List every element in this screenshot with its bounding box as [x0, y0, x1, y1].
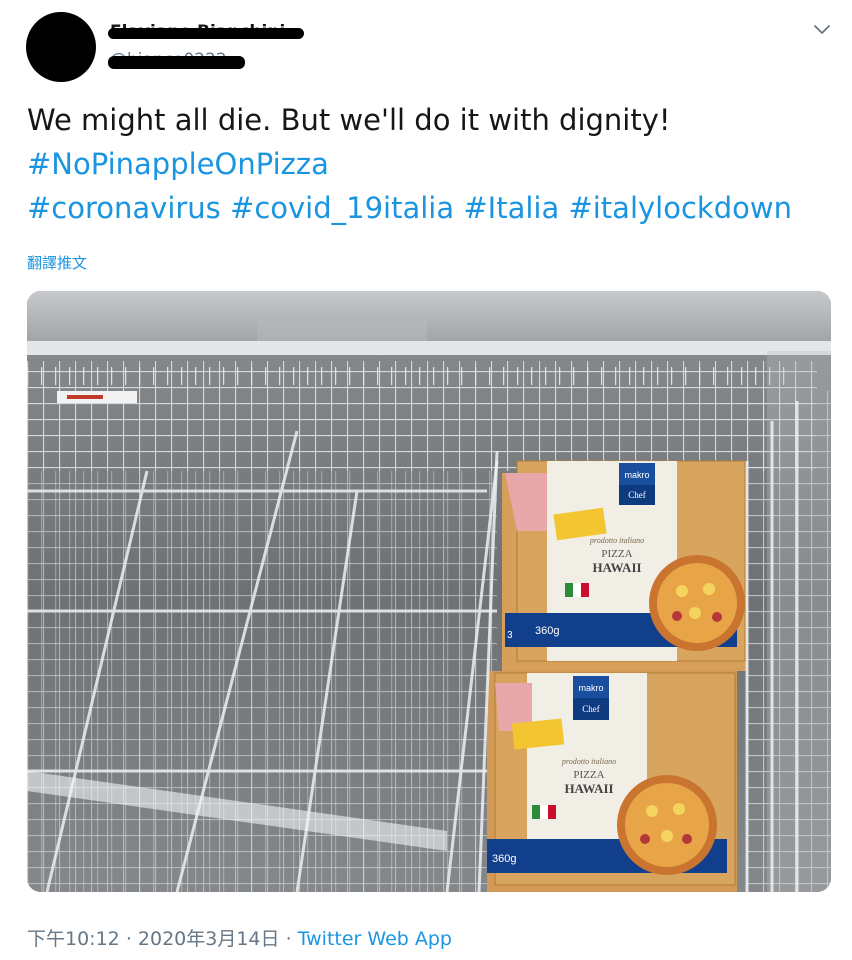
box-brand: makro [624, 470, 649, 480]
chevron-down-icon [814, 25, 830, 34]
box-sub-brand: Chef [628, 490, 646, 500]
pizza-box-top: makro Chef prodotto italiano PIZZA HAWAI… [502, 460, 748, 671]
avatar[interactable] [26, 12, 96, 82]
tweet-date[interactable]: 2020年3月14日 [138, 928, 280, 950]
pizza-box-bottom: makro Chef prodotto italiano PIZZA HAWAI… [487, 671, 737, 892]
box-product-line1: PIZZA [601, 548, 632, 560]
handle-redaction-mark [108, 56, 245, 69]
hashtag-link[interactable]: #NoPinappleOnPizza [27, 147, 329, 181]
hashtag-link[interactable]: #covid_19italia [230, 191, 454, 225]
hashtag-line: #coronavirus #covid_19italia #Italia #it… [27, 186, 827, 230]
tweet-photo[interactable]: makro Chef prodotto italiano PIZZA HAWAI… [27, 291, 831, 892]
box-product-line2: HAWAII [564, 781, 613, 796]
tweet-time[interactable]: 下午10:12 [27, 928, 120, 950]
box-tagline: prodotto italiano [589, 536, 644, 545]
meta-separator: · [285, 928, 292, 950]
tweet-text: We might all die. But we'll do it with d… [27, 98, 827, 230]
box-product-line2: HAWAII [592, 560, 641, 575]
hashtag-line: #NoPinappleOnPizza [27, 142, 827, 186]
hashtag-link[interactable]: #italylockdown [568, 191, 792, 225]
more-options-button[interactable] [808, 16, 836, 44]
tweet-source-link[interactable]: Twitter Web App [298, 928, 452, 950]
hashtag-link[interactable]: #coronavirus [27, 191, 221, 225]
box-brand: makro [578, 683, 603, 693]
hashtag-link[interactable]: #Italia [463, 191, 559, 225]
box-sub-brand: Chef [582, 704, 600, 714]
box-product-line1: PIZZA [573, 769, 604, 781]
box-weight: 360g [492, 853, 516, 865]
name-redaction-mark [108, 28, 304, 39]
box-weight-partial: 3 [507, 630, 513, 641]
box-weight: 360g [535, 625, 559, 637]
translate-tweet-link[interactable]: 翻譯推文 [27, 252, 87, 273]
tweet-text-line: We might all die. But we'll do it with d… [27, 103, 671, 137]
tweet-header: Flaviano Bianchini @bianco0222 [0, 0, 852, 90]
meta-separator: · [125, 928, 132, 950]
tweet-meta: 下午10:12 · 2020年3月14日 · Twitter Web App [27, 924, 452, 951]
freezer-photo-illustration: makro Chef prodotto italiano PIZZA HAWAI… [27, 291, 831, 892]
box-tagline: prodotto italiano [561, 757, 616, 766]
